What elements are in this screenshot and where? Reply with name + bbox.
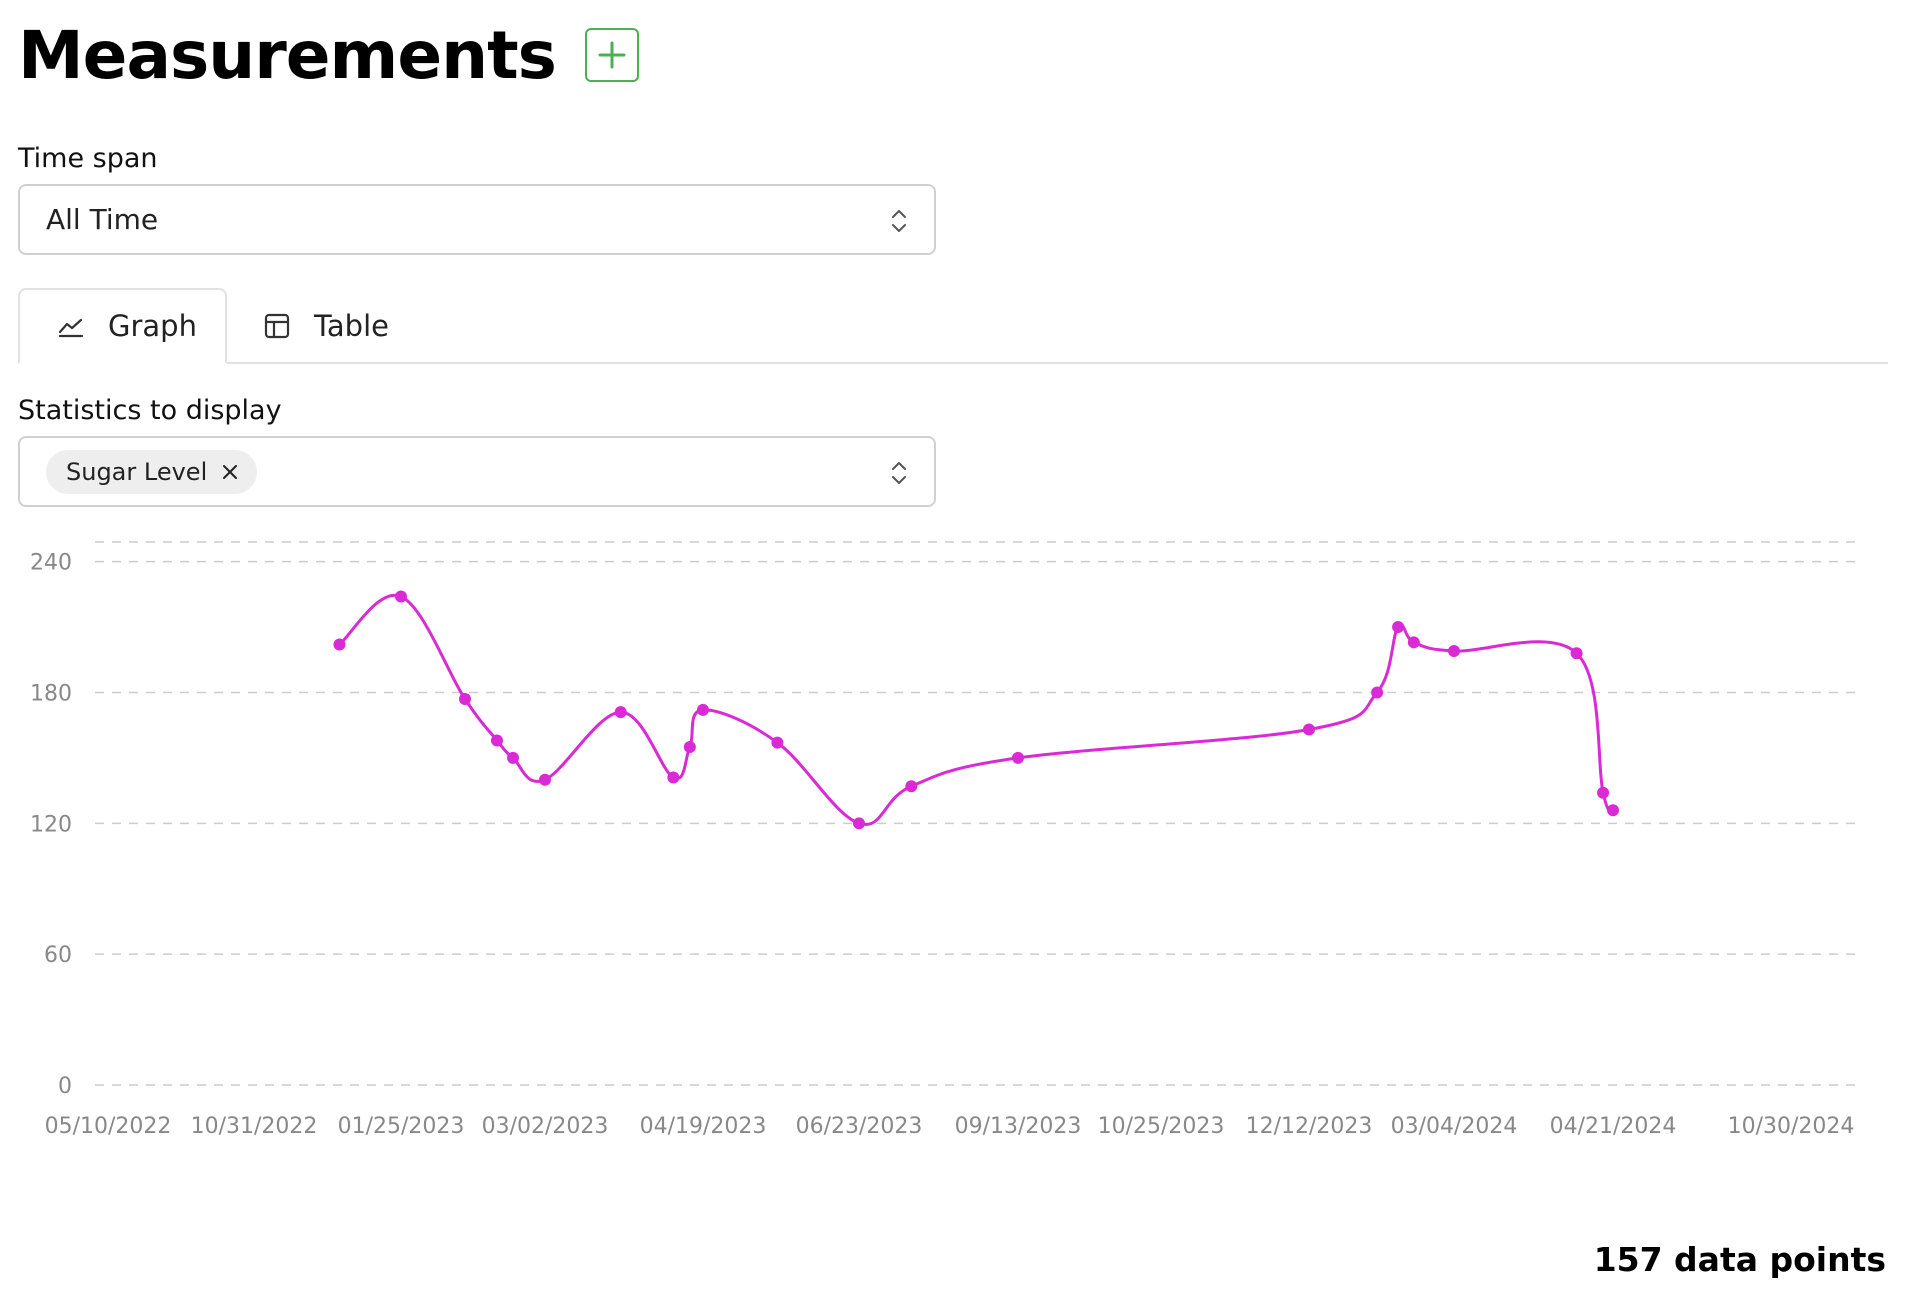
tab-graph-label: Graph: [108, 309, 197, 343]
data-point: [905, 780, 918, 793]
data-point: [1570, 647, 1583, 660]
table-icon: [264, 313, 290, 339]
x-tick-label: 10/31/2022: [191, 1114, 318, 1139]
data-points-count: 157 data points: [1593, 1240, 1886, 1279]
data-point: [491, 734, 503, 747]
data-point: [1303, 723, 1315, 736]
data-point: [507, 751, 519, 764]
time-span-select[interactable]: All Time: [18, 184, 936, 255]
tab-table[interactable]: Table: [262, 288, 422, 364]
time-span-label: Time span: [18, 143, 158, 174]
page-title: Measurements: [18, 17, 557, 94]
data-point: [333, 638, 346, 651]
x-tick-label: 04/21/2024: [1550, 1114, 1677, 1139]
x-tick-label: 04/19/2023: [640, 1114, 767, 1139]
data-point: [539, 773, 551, 786]
area-chart-icon: [58, 318, 84, 338]
sugar-level-chart: 0 60 120 180 240 05/10/2022 10/31/2022 01/25/20…: [30, 541, 1856, 1139]
data-point: [1597, 786, 1610, 799]
x-tick-label: 09/13/2023: [955, 1114, 1082, 1139]
data-point: [459, 693, 471, 706]
time-span-value: All Time: [46, 203, 159, 236]
x-tick-label: 06/23/2023: [796, 1114, 923, 1139]
data-point: [1407, 636, 1420, 649]
data-point: [771, 736, 784, 749]
data-point: [395, 590, 407, 603]
x-tick-label: 10/30/2024: [1728, 1114, 1855, 1139]
y-tick-label: 120: [30, 812, 72, 837]
data-point: [853, 817, 865, 830]
y-tick-label: 0: [58, 1074, 72, 1099]
x-tick-label: 01/25/2023: [338, 1114, 465, 1139]
tab-graph[interactable]: Graph: [18, 288, 227, 364]
data-point: [667, 771, 680, 784]
y-tick-label: 60: [44, 943, 72, 968]
statistics-label: Statistics to display: [18, 395, 282, 426]
plus-icon: [598, 41, 626, 69]
data-point: [697, 703, 709, 716]
x-tick-label: 05/10/2022: [45, 1114, 172, 1139]
x-tick-label: 03/04/2024: [1391, 1114, 1518, 1139]
statistic-chip-label: Sugar Level: [66, 458, 208, 486]
statistic-chip[interactable]: Sugar Level: [46, 450, 258, 494]
data-point: [1448, 645, 1460, 658]
series-line: [338, 593, 1615, 826]
tab-table-label: Table: [314, 309, 389, 343]
x-tick-label: 12/12/2023: [1246, 1114, 1373, 1139]
chevron-up-down-icon: [892, 462, 906, 484]
close-icon[interactable]: [221, 463, 239, 481]
add-measurement-button[interactable]: [585, 28, 639, 82]
statistics-select[interactable]: Sugar Level: [18, 436, 936, 507]
y-tick-label: 180: [30, 681, 72, 706]
data-point: [614, 706, 627, 719]
data-point: [683, 740, 696, 753]
chevron-up-down-icon: [892, 210, 906, 232]
x-tick-label: 10/25/2023: [1098, 1114, 1225, 1139]
y-tick-label: 240: [30, 551, 72, 576]
data-point: [1012, 751, 1024, 764]
data-point: [1607, 804, 1619, 817]
x-tick-label: 03/02/2023: [482, 1114, 609, 1139]
data-point: [1371, 686, 1384, 699]
data-point: [1392, 621, 1405, 634]
